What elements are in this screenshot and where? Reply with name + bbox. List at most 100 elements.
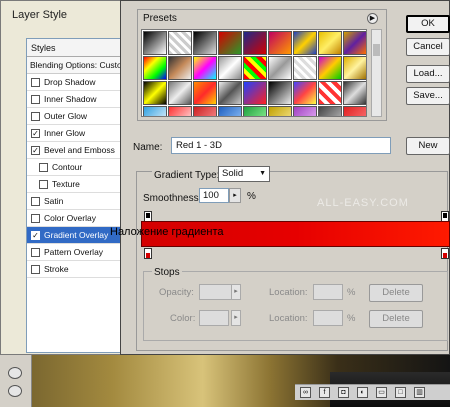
load-button[interactable]: Load... [406, 65, 450, 83]
style-checkbox[interactable]: ✓ [31, 128, 40, 138]
preset-swatch[interactable] [318, 106, 342, 116]
preset-swatch[interactable] [318, 81, 342, 105]
scrollbar-thumb[interactable] [373, 44, 380, 56]
preset-swatch[interactable] [293, 106, 317, 116]
preset-swatch[interactable] [193, 56, 217, 80]
preset-swatch[interactable] [343, 56, 366, 80]
preset-swatch[interactable] [243, 81, 267, 105]
preset-swatch[interactable] [193, 106, 217, 116]
preset-swatch[interactable] [293, 31, 317, 55]
style-item-label: Contour [52, 161, 83, 172]
color-arrow-icon[interactable]: ▸ [231, 310, 241, 326]
smoothness-arrow-icon[interactable]: ▸ [229, 188, 241, 203]
style-item[interactable]: Satin [27, 193, 125, 210]
preset-swatch[interactable] [268, 56, 292, 80]
chevron-down-icon: ▼ [259, 170, 266, 177]
style-checkbox[interactable] [31, 213, 40, 223]
new-layer-icon[interactable]: □ [395, 387, 406, 398]
smoothness-label: Smoothness: [143, 193, 202, 204]
preset-swatch[interactable] [218, 56, 242, 80]
gradient-type-select[interactable]: Solid ▼ [218, 166, 270, 182]
style-item[interactable]: Inner Shadow [27, 91, 125, 108]
style-checkbox[interactable] [31, 77, 40, 87]
preset-swatch[interactable] [168, 106, 192, 116]
style-item[interactable]: Contour [27, 159, 125, 176]
folder-icon[interactable]: ▭ [376, 387, 387, 398]
style-item[interactable]: ✓ Inner Glow [27, 125, 125, 142]
style-item[interactable]: Outer Glow [27, 108, 125, 125]
style-checkbox[interactable] [31, 247, 40, 257]
styles-list: Styles Blending Options: Custom Drop Sha… [26, 38, 126, 353]
style-item[interactable]: Pattern Overlay [27, 244, 125, 261]
style-item-label: Outer Glow [44, 110, 87, 121]
preset-swatch[interactable] [143, 56, 167, 80]
preset-swatch[interactable] [243, 31, 267, 55]
preset-swatch[interactable] [218, 106, 242, 116]
preset-swatch[interactable] [293, 81, 317, 105]
preset-swatch[interactable] [268, 31, 292, 55]
style-checkbox[interactable] [31, 94, 40, 104]
color-stop-right[interactable] [441, 248, 449, 259]
style-item[interactable]: Drop Shadow [27, 74, 125, 91]
color-delete-button[interactable]: Delete [369, 310, 423, 328]
preset-swatch[interactable] [143, 106, 167, 116]
presets-menu-icon[interactable]: ▶ [367, 13, 378, 24]
preset-swatch[interactable] [143, 81, 167, 105]
save-button[interactable]: Save... [406, 87, 450, 105]
style-checkbox[interactable]: ✓ [31, 145, 40, 155]
color-location-field[interactable] [313, 310, 343, 326]
opacity-label: Opacity: [159, 287, 194, 298]
name-input[interactable]: Red 1 - 3D [171, 137, 391, 154]
style-item[interactable]: Stroke [27, 261, 125, 278]
preset-swatch[interactable] [343, 31, 366, 55]
style-item-label: Color Overlay [44, 212, 96, 223]
style-item[interactable]: ✓ Bevel and Emboss [27, 142, 125, 159]
cancel-button[interactable]: Cancel [406, 38, 450, 56]
style-checkbox[interactable] [31, 264, 40, 274]
preset-swatch[interactable] [168, 56, 192, 80]
preset-swatch[interactable] [343, 81, 366, 105]
preset-swatch[interactable] [193, 31, 217, 55]
color-stop-left[interactable] [144, 248, 152, 259]
link-icon[interactable]: ∞ [300, 387, 311, 398]
preset-swatch[interactable] [343, 106, 366, 116]
preset-swatch[interactable] [193, 81, 217, 105]
preset-swatch[interactable] [168, 31, 192, 55]
preset-swatch[interactable] [243, 56, 267, 80]
preset-swatch[interactable] [318, 31, 342, 55]
color-swatch-field[interactable] [199, 310, 229, 326]
style-item[interactable]: Texture [27, 176, 125, 193]
opacity-location-field[interactable] [313, 284, 343, 300]
preset-swatch[interactable] [318, 56, 342, 80]
presets-swatch-grid [141, 29, 367, 117]
style-checkbox[interactable] [31, 111, 40, 121]
blending-options-item[interactable]: Blending Options: Custom [27, 57, 125, 74]
mask-icon[interactable]: ◘ [338, 387, 349, 398]
style-checkbox[interactable] [39, 162, 48, 172]
style-checkbox[interactable] [31, 196, 40, 206]
trash-icon[interactable]: ▥ [414, 387, 425, 398]
fx-icon[interactable]: f [319, 387, 330, 398]
ok-button[interactable]: OK [406, 15, 450, 33]
preset-swatch[interactable] [268, 106, 292, 116]
preset-swatch[interactable] [268, 81, 292, 105]
style-checkbox[interactable]: ✓ [31, 230, 40, 240]
style-checkbox[interactable] [39, 179, 48, 189]
preset-swatch[interactable] [293, 56, 317, 80]
style-item[interactable]: Color Overlay [27, 210, 125, 227]
new-button[interactable]: New [406, 137, 450, 155]
tool-icon[interactable] [8, 367, 22, 379]
styles-header[interactable]: Styles [27, 39, 125, 57]
preset-swatch[interactable] [143, 31, 167, 55]
preset-swatch[interactable] [218, 81, 242, 105]
preset-swatch[interactable] [243, 106, 267, 116]
smoothness-input[interactable]: 100 [199, 188, 229, 203]
tool-icon[interactable] [8, 385, 22, 397]
presets-scrollbar[interactable] [371, 29, 382, 117]
opacity-delete-button[interactable]: Delete [369, 284, 423, 302]
adjustment-icon[interactable]: ◐ [357, 387, 368, 398]
preset-swatch[interactable] [168, 81, 192, 105]
style-item-label: Texture [52, 178, 80, 189]
preset-swatch[interactable] [218, 31, 242, 55]
opacity-arrow-icon[interactable]: ▸ [231, 284, 241, 300]
